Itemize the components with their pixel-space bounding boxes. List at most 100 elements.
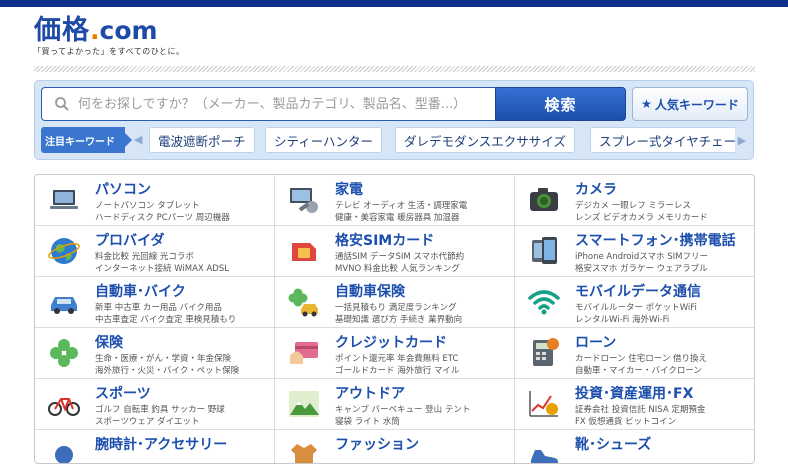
category-cell[interactable]: プロバイダ 料金比較 光回線 光コラボ インターネット接続 WiMAX ADSL [35,226,275,277]
category-links[interactable]: ゴールドカード 海外旅行 マイル [335,364,459,376]
search-button[interactable]: 検索 [495,87,626,121]
category-cell[interactable]: カメラ デジカメ 一眼レフ ミラーレス レンズ ビデオカメラ メモリカード [515,175,754,226]
category-cell[interactable]: スポーツ ゴルフ 自転車 釣具 サッカー 野球 スポーツウェア ダイエット [35,379,275,430]
watch-icon [55,446,73,463]
popular-keywords-button[interactable]: ★ 人気キーワード [632,87,748,121]
category-title[interactable]: 腕時計･アクセサリー [95,434,227,454]
featured-keywords-label: 注目キーワード [41,127,132,153]
keyword-chip[interactable]: 電波遮断ポーチ [149,127,255,153]
category-links[interactable]: 証券会社 投資信託 NISA 定期預金 [575,403,705,415]
category-cell[interactable]: 自動車保険 一括見積もり 満足度ランキング 基礎知識 選び方 手続き 業界動向 [275,277,515,328]
search-input[interactable] [78,96,478,112]
featured-keywords-row: 注目キーワード ◀ 電波遮断ポーチ シティーハンター ダレデモダンスエクササイズ… [41,127,749,153]
category-cell[interactable]: アウトドア キャンプ バーベキュー 登山 テント 寝袋 ライト 水筒 [275,379,515,430]
credit-card-icon [290,342,318,364]
category-title[interactable]: スポーツ [95,383,151,403]
category-cell[interactable]: ファッション [275,430,515,463]
laptop-icon [50,190,78,209]
top-accent-bar [0,0,788,7]
category-links[interactable]: レンズ ビデオカメラ メモリカード [575,211,708,223]
category-title[interactable]: 靴･シューズ [575,434,651,454]
category-title[interactable]: ローン [575,332,616,352]
sim-card-icon [292,243,316,261]
popular-keywords-label: 人気キーワード [654,97,739,112]
category-links[interactable]: ゴルフ 自転車 釣具 サッカー 野球 [95,403,225,415]
category-links[interactable]: デジカメ 一眼レフ ミラーレス [575,199,691,211]
category-links[interactable]: ハードディスク PCパーツ 周辺機器 [95,211,230,223]
keyword-chip[interactable]: ダレデモダンスエクササイズ [395,127,575,153]
category-cell[interactable]: 保険 生命・医療・がん・学資・年金保険 海外旅行・火災・バイク・ペット保険 [35,328,275,379]
category-title[interactable]: スマートフォン･携帯電話 [575,230,736,250]
category-links[interactable]: テレビ オーディオ 生活・調理家電 [335,199,467,211]
category-cell[interactable]: クレジットカード ポイント還元率 年会費無料 ETC ゴールドカード 海外旅行 … [275,328,515,379]
category-links[interactable]: インターネット接続 WiMAX ADSL [95,262,229,274]
category-title[interactable]: プロバイダ [95,230,164,250]
category-links[interactable]: 基礎知識 選び方 手続き 業界動向 [335,313,462,325]
category-title[interactable]: 投資･資産運用･FX [575,383,693,403]
category-title[interactable]: 保険 [95,332,123,352]
shoe-icon [531,450,558,463]
category-cell[interactable]: パソコン ノートパソコン タブレット ハードディスク PCパーツ 周辺機器 [35,175,275,226]
category-links[interactable]: 生命・医療・がん・学資・年金保険 [95,352,231,364]
category-title[interactable]: アウトドア [335,383,405,403]
site-logo[interactable]: 価格 .com [34,14,158,46]
smartphone-icon [532,237,557,264]
category-links[interactable]: 格安スマホ ガラケー ウェアラブル [575,262,708,274]
category-grid: パソコン ノートパソコン タブレット ハードディスク PCパーツ 周辺機器 家電… [34,174,755,464]
category-title[interactable]: 家電 [335,179,363,199]
category-links[interactable]: FX 仮想通貨 ビットコイン [575,415,676,427]
bicycle-icon [48,398,80,416]
calculator-icon [533,338,559,366]
category-title[interactable]: 格安SIMカード [335,230,434,250]
category-links[interactable]: レンタルWi-Fi 海外Wi-Fi [575,313,669,325]
category-cell[interactable]: 靴･シューズ [515,430,754,463]
category-cell[interactable]: 自動車･バイク 新車 中古車 カー用品 バイク用品 中古車査定 バイク査定 車検… [35,277,275,328]
category-links[interactable]: 料金比較 光回線 光コラボ [95,250,194,262]
category-links[interactable]: ポイント還元率 年会費無料 ETC [335,352,458,364]
car-icon [51,297,77,314]
category-links[interactable]: 通話SIM データSIM スマホ代節約 [335,250,464,262]
category-cell[interactable]: 投資･資産運用･FX 証券会社 投資信託 NISA 定期預金 FX 仮想通貨 ビ… [515,379,754,430]
chevron-right-icon[interactable]: ▶ [735,127,749,153]
category-cell[interactable]: スマートフォン･携帯電話 iPhone Androidスマホ SIMフリー 格安… [515,226,754,277]
category-links[interactable]: 中古車査定 バイク査定 車検見積もり [95,313,236,325]
category-cell[interactable]: ローン カードローン 住宅ローン 借り換え 自動車・マイカー・バイクローン [515,328,754,379]
clover-icon [50,339,78,367]
category-title[interactable]: カメラ [575,179,617,199]
search-panel: 検索 ★ 人気キーワード 注目キーワード ◀ 電波遮断ポーチ シティーハンター … [34,80,754,160]
tagline: 「買ってよかった」をすべてのひとに。 [33,47,185,56]
chart-yen-icon [529,391,558,417]
wifi-icon [528,290,560,315]
category-links[interactable]: カードローン 住宅ローン 借り換え [575,352,707,364]
category-links[interactable]: スポーツウェア ダイエット [95,415,199,427]
category-title[interactable]: ファッション [335,434,419,454]
category-links[interactable]: MVNO 料金比較 人気ランキング [335,262,460,274]
category-links[interactable]: 新車 中古車 カー用品 バイク用品 [95,301,222,313]
category-cell[interactable]: 格安SIMカード 通話SIM データSIM スマホ代節約 MVNO 料金比較 人… [275,226,515,277]
category-links[interactable]: 海外旅行・火災・バイク・ペット保険 [95,364,239,376]
chevron-left-icon[interactable]: ◀ [134,133,142,146]
category-links[interactable]: 寝袋 ライト 水筒 [335,415,400,427]
category-links[interactable]: モバイルルーター ポケットWiFi [575,301,697,313]
category-links[interactable]: 一括見積もり 満足度ランキング [335,301,456,313]
category-title[interactable]: 自動車･バイク [95,281,186,301]
search-field[interactable] [41,87,497,121]
search-icon [55,97,69,111]
category-links[interactable]: 自動車・マイカー・バイクローン [575,364,702,376]
category-links[interactable]: キャンプ バーベキュー 登山 テント [335,403,470,415]
clover-car-icon [288,288,318,317]
keyword-chip[interactable]: シティーハンター [265,127,383,153]
category-title[interactable]: パソコン [95,179,151,199]
tv-tools-icon [290,188,318,213]
category-title[interactable]: クレジットカード [335,332,447,352]
mountain-icon [289,391,319,417]
category-title[interactable]: モバイルデータ通信 [575,281,701,301]
keyword-chip[interactable]: スプレー式タイヤチェーン [590,127,749,153]
category-cell[interactable]: 腕時計･アクセサリー [35,430,275,463]
category-links[interactable]: iPhone Androidスマホ SIMフリー [575,250,708,262]
category-cell[interactable]: 家電 テレビ オーディオ 生活・調理家電 健康・美容家電 暖房器具 加湿器 [275,175,515,226]
category-title[interactable]: 自動車保険 [335,281,405,301]
category-links[interactable]: ノートパソコン タブレット [95,199,200,211]
category-cell[interactable]: モバイルデータ通信 モバイルルーター ポケットWiFi レンタルWi-Fi 海外… [515,277,754,328]
category-links[interactable]: 健康・美容家電 暖房器具 加湿器 [335,211,459,223]
